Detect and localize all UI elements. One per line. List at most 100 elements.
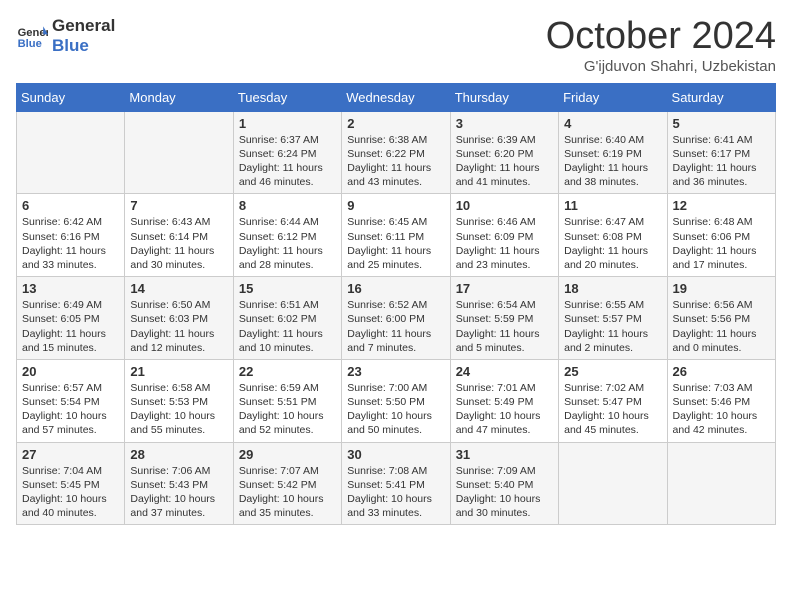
day-info: Sunrise: 6:42 AMSunset: 6:16 PMDaylight:… (22, 215, 119, 272)
day-info: Sunrise: 6:47 AMSunset: 6:08 PMDaylight:… (564, 215, 661, 272)
day-info: Sunrise: 6:37 AMSunset: 6:24 PMDaylight:… (239, 133, 336, 190)
day-number: 13 (22, 281, 119, 296)
day-number: 3 (456, 116, 553, 131)
title-block: October 2024 G'ijduvon Shahri, Uzbekista… (546, 16, 776, 75)
day-number: 6 (22, 198, 119, 213)
day-number: 4 (564, 116, 661, 131)
day-info: Sunrise: 6:40 AMSunset: 6:19 PMDaylight:… (564, 133, 661, 190)
day-number: 23 (347, 364, 444, 379)
month-title: October 2024 (546, 16, 776, 58)
day-info: Sunrise: 6:51 AMSunset: 6:02 PMDaylight:… (239, 298, 336, 355)
day-info: Sunrise: 7:08 AMSunset: 5:41 PMDaylight:… (347, 464, 444, 521)
day-info: Sunrise: 7:03 AMSunset: 5:46 PMDaylight:… (673, 381, 770, 438)
day-number: 10 (456, 198, 553, 213)
calendar-cell: 19Sunrise: 6:56 AMSunset: 5:56 PMDayligh… (667, 277, 775, 360)
calendar-cell: 21 Sunrise: 6:58 AMSunset: 5:53 PMDayligh… (125, 359, 233, 442)
day-number: 1 (239, 116, 336, 131)
calendar-cell: 11 Sunrise: 6:47 AMSunset: 6:08 PMDayligh… (559, 194, 667, 277)
calendar-cell: 10 Sunrise: 6:46 AMSunset: 6:09 PMDayligh… (450, 194, 558, 277)
day-number: 14 (130, 281, 227, 296)
calendar-cell (17, 111, 125, 194)
day-of-week-header: Saturday (667, 83, 775, 111)
calendar-cell: 20Sunrise: 6:57 AMSunset: 5:54 PMDayligh… (17, 359, 125, 442)
svg-text:Blue: Blue (18, 38, 42, 50)
day-number: 11 (564, 198, 661, 213)
calendar-cell: 5 Sunrise: 6:41 AMSunset: 6:17 PMDaylight… (667, 111, 775, 194)
day-info: Sunrise: 6:38 AMSunset: 6:22 PMDaylight:… (347, 133, 444, 190)
day-number: 5 (673, 116, 770, 131)
day-info: Sunrise: 6:52 AMSunset: 6:00 PMDaylight:… (347, 298, 444, 355)
logo-icon: General Blue (16, 20, 48, 52)
calendar-cell: 1 Sunrise: 6:37 AMSunset: 6:24 PMDaylight… (233, 111, 341, 194)
calendar-cell: 16Sunrise: 6:52 AMSunset: 6:00 PMDayligh… (342, 277, 450, 360)
calendar-cell: 9Sunrise: 6:45 AMSunset: 6:11 PMDaylight… (342, 194, 450, 277)
day-info: Sunrise: 6:54 AMSunset: 5:59 PMDaylight:… (456, 298, 553, 355)
calendar-table: SundayMondayTuesdayWednesdayThursdayFrid… (16, 83, 776, 525)
day-info: Sunrise: 7:01 AMSunset: 5:49 PMDaylight:… (456, 381, 553, 438)
calendar-cell: 18Sunrise: 6:55 AMSunset: 5:57 PMDayligh… (559, 277, 667, 360)
day-number: 28 (130, 447, 227, 462)
day-info: Sunrise: 6:43 AMSunset: 6:14 PMDaylight:… (130, 215, 227, 272)
calendar-cell: 17 Sunrise: 6:54 AMSunset: 5:59 PMDayligh… (450, 277, 558, 360)
calendar-cell: 8Sunrise: 6:44 AMSunset: 6:12 PMDaylight… (233, 194, 341, 277)
day-of-week-header: Monday (125, 83, 233, 111)
calendar-cell: 23 Sunrise: 7:00 AMSunset: 5:50 PMDayligh… (342, 359, 450, 442)
day-info: Sunrise: 6:46 AMSunset: 6:09 PMDaylight:… (456, 215, 553, 272)
calendar-cell: 26 Sunrise: 7:03 AMSunset: 5:46 PMDayligh… (667, 359, 775, 442)
calendar-cell: 13 Sunrise: 6:49 AMSunset: 6:05 PMDayligh… (17, 277, 125, 360)
day-number: 25 (564, 364, 661, 379)
day-info: Sunrise: 7:00 AMSunset: 5:50 PMDaylight:… (347, 381, 444, 438)
day-number: 31 (456, 447, 553, 462)
page-header: General Blue General Blue October 2024 G… (16, 16, 776, 75)
calendar-cell: 29 Sunrise: 7:07 AMSunset: 5:42 PMDayligh… (233, 442, 341, 525)
day-info: Sunrise: 6:58 AMSunset: 5:53 PMDaylight:… (130, 381, 227, 438)
calendar-cell: 27Sunrise: 7:04 AMSunset: 5:45 PMDayligh… (17, 442, 125, 525)
calendar-cell: 12Sunrise: 6:48 AMSunset: 6:06 PMDayligh… (667, 194, 775, 277)
day-number: 27 (22, 447, 119, 462)
logo-blue: Blue (52, 36, 115, 56)
calendar-cell: 31 Sunrise: 7:09 AMSunset: 5:40 PMDayligh… (450, 442, 558, 525)
day-info: Sunrise: 7:07 AMSunset: 5:42 PMDaylight:… (239, 464, 336, 521)
calendar-cell: 7 Sunrise: 6:43 AMSunset: 6:14 PMDaylight… (125, 194, 233, 277)
calendar-cell: 15 Sunrise: 6:51 AMSunset: 6:02 PMDayligh… (233, 277, 341, 360)
calendar-cell: 2Sunrise: 6:38 AMSunset: 6:22 PMDaylight… (342, 111, 450, 194)
day-number: 17 (456, 281, 553, 296)
day-info: Sunrise: 6:55 AMSunset: 5:57 PMDaylight:… (564, 298, 661, 355)
calendar-cell: 28 Sunrise: 7:06 AMSunset: 5:43 PMDayligh… (125, 442, 233, 525)
calendar-cell: 25Sunrise: 7:02 AMSunset: 5:47 PMDayligh… (559, 359, 667, 442)
day-info: Sunrise: 7:09 AMSunset: 5:40 PMDaylight:… (456, 464, 553, 521)
calendar-cell: 4 Sunrise: 6:40 AMSunset: 6:19 PMDaylight… (559, 111, 667, 194)
calendar-cell: 3 Sunrise: 6:39 AMSunset: 6:20 PMDaylight… (450, 111, 558, 194)
day-number: 30 (347, 447, 444, 462)
calendar-cell: 22Sunrise: 6:59 AMSunset: 5:51 PMDayligh… (233, 359, 341, 442)
day-of-week-header: Friday (559, 83, 667, 111)
day-number: 21 (130, 364, 227, 379)
day-info: Sunrise: 7:06 AMSunset: 5:43 PMDaylight:… (130, 464, 227, 521)
day-number: 15 (239, 281, 336, 296)
calendar-cell: 14 Sunrise: 6:50 AMSunset: 6:03 PMDayligh… (125, 277, 233, 360)
calendar-cell: 30 Sunrise: 7:08 AMSunset: 5:41 PMDayligh… (342, 442, 450, 525)
day-info: Sunrise: 6:44 AMSunset: 6:12 PMDaylight:… (239, 215, 336, 272)
calendar-cell (125, 111, 233, 194)
location-subtitle: G'ijduvon Shahri, Uzbekistan (546, 58, 776, 75)
day-of-week-header: Tuesday (233, 83, 341, 111)
day-info: Sunrise: 6:39 AMSunset: 6:20 PMDaylight:… (456, 133, 553, 190)
day-number: 7 (130, 198, 227, 213)
day-of-week-header: Sunday (17, 83, 125, 111)
day-info: Sunrise: 6:48 AMSunset: 6:06 PMDaylight:… (673, 215, 770, 272)
day-of-week-header: Wednesday (342, 83, 450, 111)
day-number: 20 (22, 364, 119, 379)
calendar-cell: 6 Sunrise: 6:42 AMSunset: 6:16 PMDaylight… (17, 194, 125, 277)
day-number: 26 (673, 364, 770, 379)
logo: General Blue General Blue (16, 16, 115, 55)
day-info: Sunrise: 6:56 AMSunset: 5:56 PMDaylight:… (673, 298, 770, 355)
day-info: Sunrise: 6:50 AMSunset: 6:03 PMDaylight:… (130, 298, 227, 355)
day-info: Sunrise: 6:59 AMSunset: 5:51 PMDaylight:… (239, 381, 336, 438)
day-number: 29 (239, 447, 336, 462)
day-of-week-header: Thursday (450, 83, 558, 111)
day-number: 24 (456, 364, 553, 379)
day-info: Sunrise: 6:49 AMSunset: 6:05 PMDaylight:… (22, 298, 119, 355)
calendar-cell: 24 Sunrise: 7:01 AMSunset: 5:49 PMDayligh… (450, 359, 558, 442)
calendar-cell (667, 442, 775, 525)
day-info: Sunrise: 6:41 AMSunset: 6:17 PMDaylight:… (673, 133, 770, 190)
